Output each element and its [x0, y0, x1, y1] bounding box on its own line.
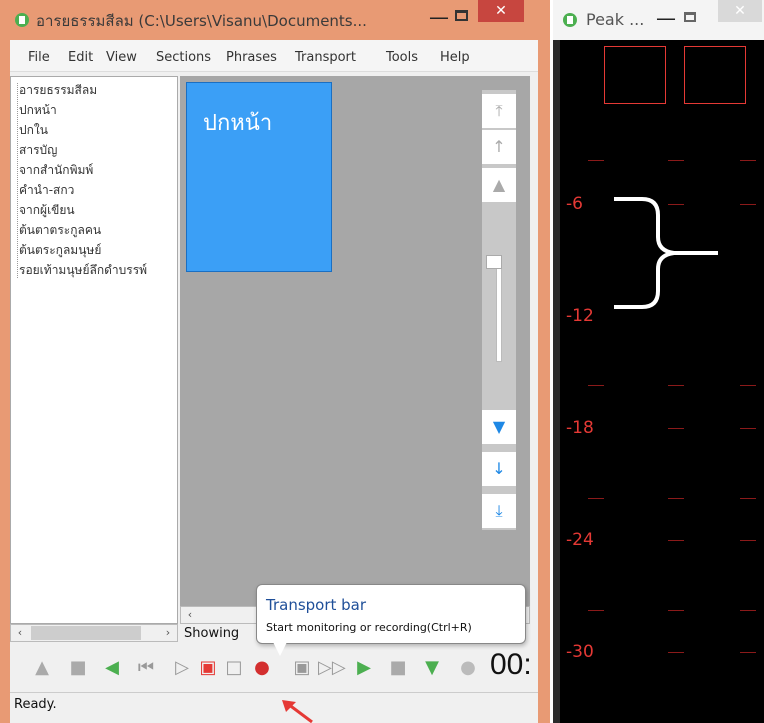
go-down-icon[interactable]: ↓ — [482, 452, 516, 486]
status-bar — [10, 692, 538, 723]
arrow-down-icon[interactable]: ▼ — [420, 656, 444, 680]
meter-tick — [740, 610, 756, 611]
peak-minimize-button[interactable]: — — [656, 6, 676, 30]
menu-view[interactable]: View — [106, 50, 137, 65]
mark-icon[interactable]: ▣ — [196, 656, 220, 680]
menu-edit[interactable]: Edit — [68, 50, 93, 65]
time-display: 00: — [490, 648, 532, 681]
app-icon — [15, 13, 29, 27]
meter-tick — [588, 498, 604, 499]
annotation-brace-icon — [614, 197, 718, 309]
meter-tick — [668, 160, 684, 161]
tooltip-description: Start monitoring or recording(Ctrl+R) — [266, 621, 472, 634]
nav-up-icon[interactable]: ▲ — [30, 656, 54, 680]
tree-scrollbar[interactable]: ‹ › — [10, 624, 178, 642]
meter-tick — [740, 540, 756, 541]
meter-tick — [668, 540, 684, 541]
go-bottom-icon[interactable]: ⤓ — [482, 494, 516, 528]
peak-channel-right — [684, 46, 746, 104]
tree-item[interactable]: ต้นตาตระกูลคน — [19, 221, 177, 240]
fast-forward-icon[interactable]: ▷▷ — [318, 656, 346, 680]
peak-window-title: Peak ... — [586, 10, 645, 29]
arrow-left-icon[interactable]: ◀ — [100, 656, 124, 680]
menu-tools[interactable]: Tools — [386, 50, 418, 65]
maximize-button[interactable] — [455, 10, 468, 21]
menu-bar: File Edit View Sections Phrases Transpor… — [10, 40, 538, 72]
info-icon[interactable]: ● — [456, 656, 480, 680]
meter-tick — [668, 428, 684, 429]
meter-tick — [740, 428, 756, 429]
tile-label: ปกหน้า — [203, 111, 273, 136]
peak-channel-left — [604, 46, 666, 104]
scroll-left-icon[interactable]: ‹ — [181, 607, 199, 623]
db-label: -30 — [566, 642, 594, 662]
record-icon[interactable]: ● — [250, 656, 274, 680]
play-icon[interactable]: ▷ — [170, 656, 194, 680]
tree-item[interactable]: อารยธรรมสีลม — [19, 81, 177, 100]
peak-maximize-button[interactable] — [684, 12, 696, 22]
status-text: Ready. — [14, 697, 57, 712]
db-label: -12 — [566, 306, 594, 326]
pause-icon[interactable]: ▣ — [290, 656, 314, 680]
desktop: อารยธรรมสีลม (C:\Users\Visanu\Documents.… — [0, 0, 764, 723]
scroll-left-icon[interactable]: ‹ — [11, 625, 29, 641]
app-icon — [563, 13, 577, 27]
peak-close-button[interactable]: ✕ — [718, 0, 762, 22]
meter-tick — [740, 652, 756, 653]
arrow-right-icon[interactable]: ▶ — [352, 656, 376, 680]
page-down-icon[interactable]: ▼ — [482, 410, 516, 444]
tree-item[interactable]: ปกหน้า — [19, 101, 177, 120]
window-title: อารยธรรมสีลม (C:\Users\Visanu\Documents.… — [36, 12, 367, 30]
section-tile[interactable]: ปกหน้า — [186, 82, 332, 272]
tree-item[interactable]: รอยเท้ามนุษย์ลึกดำบรรพ์ — [19, 261, 177, 280]
meter-tick — [588, 160, 604, 161]
rewind-icon[interactable]: ⏮ — [134, 656, 158, 680]
tree-item[interactable]: ต้นตระกูลมนุษย์ — [19, 241, 177, 260]
zoom-slider-thumb[interactable] — [486, 255, 502, 269]
menu-sections[interactable]: Sections — [156, 50, 211, 65]
meter-tick — [588, 385, 604, 386]
menu-file[interactable]: File — [28, 50, 50, 65]
meter-tick — [740, 204, 756, 205]
meter-tick — [668, 610, 684, 611]
square2-icon[interactable]: ■ — [386, 656, 410, 680]
scroll-right-icon[interactable]: › — [159, 625, 177, 641]
meter-tick — [668, 498, 684, 499]
tooltip-title: Transport bar — [266, 596, 367, 614]
tree-item[interactable]: ปกใน — [19, 121, 177, 140]
go-top-icon[interactable]: ⤒ — [482, 94, 516, 128]
menu-help[interactable]: Help — [440, 50, 470, 65]
tree-item[interactable]: สารบัญ — [19, 141, 177, 160]
close-button[interactable]: ✕ — [478, 0, 524, 22]
tooltip — [256, 584, 526, 644]
meter-tick — [740, 385, 756, 386]
tree-item[interactable]: จากสำนักพิมพ์ — [19, 161, 177, 180]
menu-transport[interactable]: Transport — [295, 50, 356, 65]
tree-connector — [17, 83, 18, 278]
tree-item[interactable]: จากผู้เขียน — [19, 201, 177, 220]
menu-phrases[interactable]: Phrases — [226, 50, 277, 65]
showing-text: Showing — [184, 626, 240, 641]
db-label: -6 — [566, 194, 583, 214]
page-up-icon[interactable]: ▲ — [482, 168, 516, 202]
go-up-icon[interactable]: ↑ — [482, 130, 516, 164]
zoom-slider-track[interactable] — [496, 262, 502, 362]
scroll-thumb[interactable] — [31, 626, 141, 640]
minimize-button[interactable]: — — [428, 6, 450, 28]
stop-icon[interactable]: □ — [222, 656, 246, 680]
main-titlebar[interactable]: อารยธรรมสีลม (C:\Users\Visanu\Documents.… — [0, 0, 550, 40]
annotation-arrow-icon — [282, 700, 313, 723]
meter-tick — [740, 160, 756, 161]
meter-tick — [668, 652, 684, 653]
square-icon[interactable]: ■ — [66, 656, 90, 680]
meter-tick — [668, 385, 684, 386]
db-label: -24 — [566, 530, 594, 550]
db-label: -18 — [566, 418, 594, 438]
section-tree[interactable]: อารยธรรมสีลม ปกหน้า ปกใน สารบัญ จากสำนัก… — [10, 76, 178, 624]
meter-tick — [740, 498, 756, 499]
peak-meter — [560, 40, 764, 723]
tree-item[interactable]: คำนำ-สกว — [19, 181, 177, 200]
meter-tick — [588, 610, 604, 611]
tooltip-tail — [272, 640, 288, 656]
